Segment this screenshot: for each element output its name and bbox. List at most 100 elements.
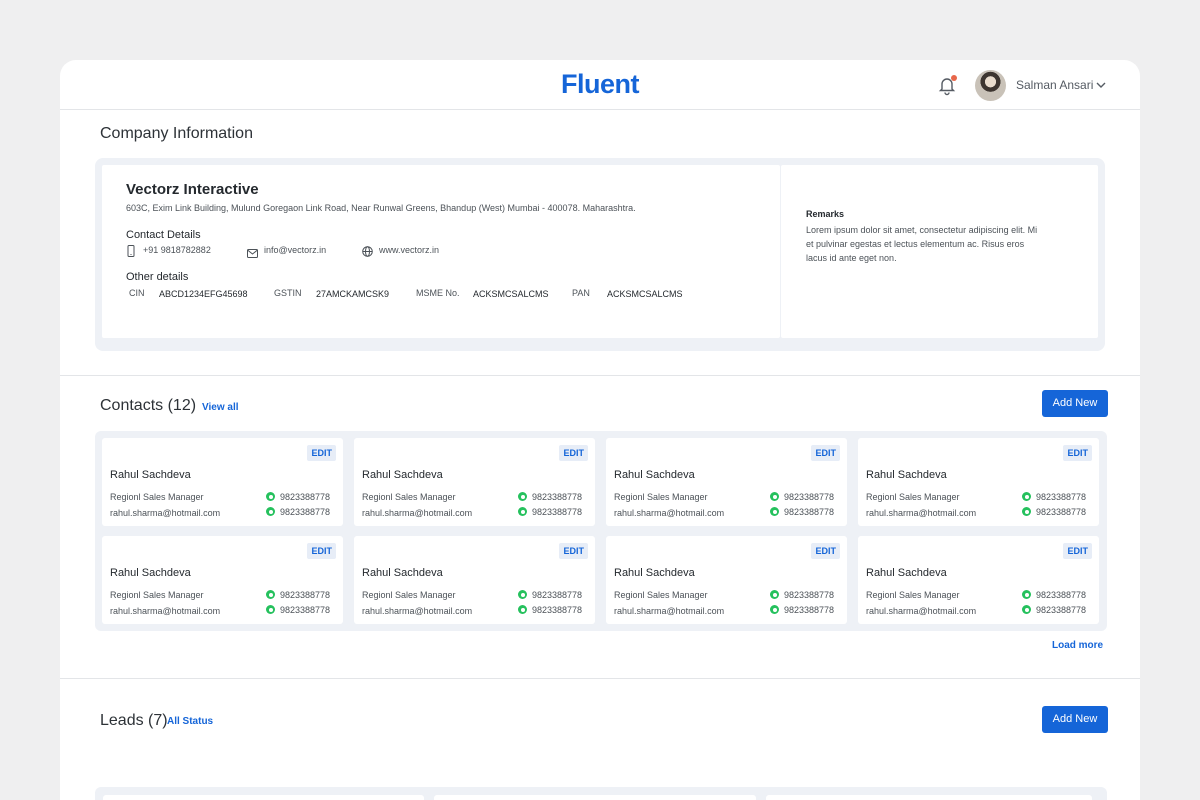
whatsapp-icon xyxy=(1022,492,1031,501)
avatar[interactable] xyxy=(975,70,1006,101)
company-website[interactable]: www.vectorz.in xyxy=(379,245,439,255)
gstin-label: GSTIN xyxy=(274,288,302,298)
contact-email[interactable]: rahul.sharma@hotmail.com xyxy=(362,606,472,616)
edit-button[interactable]: EDIT xyxy=(559,543,588,559)
remarks-label: Remarks xyxy=(806,209,845,219)
contact-role: Regionl Sales Manager xyxy=(614,492,708,502)
contact-card[interactable]: EDIT Rahul Sachdeva Regionl Sales Manager r… xyxy=(858,438,1099,526)
contact-email[interactable]: rahul.sharma@hotmail.com xyxy=(866,606,976,616)
lead-card[interactable] xyxy=(766,795,1092,800)
edit-button[interactable]: EDIT xyxy=(1063,445,1092,461)
contact-card[interactable]: EDIT Rahul Sachdeva Regionl Sales Manager r… xyxy=(354,438,595,526)
contact-phone-1[interactable]: 9823388778 xyxy=(770,590,834,600)
phone-number: 9823388778 xyxy=(1036,605,1087,615)
msme-label: MSME No. xyxy=(416,288,460,298)
contact-card[interactable]: EDIT Rahul Sachdeva Regionl Sales Manager r… xyxy=(102,438,343,526)
section-divider xyxy=(60,678,1140,679)
cin-value: ABCD1234EFG45698 xyxy=(159,289,248,299)
lead-card[interactable] xyxy=(103,795,424,800)
other-details-label: Other details xyxy=(126,271,189,283)
contact-phone-1[interactable]: 9823388778 xyxy=(266,492,330,502)
leads-count: (7) xyxy=(148,712,168,729)
contact-phone-2[interactable]: 9823388778 xyxy=(1022,507,1086,517)
phone-icon xyxy=(126,244,136,262)
contact-phone-2[interactable]: 9823388778 xyxy=(770,605,834,615)
notification-bell-icon[interactable] xyxy=(936,74,958,96)
edit-button[interactable]: EDIT xyxy=(1063,543,1092,559)
contact-role: Regionl Sales Manager xyxy=(110,590,204,600)
contact-card[interactable]: EDIT Rahul Sachdeva Regionl Sales Manager r… xyxy=(858,536,1099,624)
company-details-card: Vectorz Interactive 603C, Exim Link Buil… xyxy=(102,165,780,338)
edit-button[interactable]: EDIT xyxy=(307,445,336,461)
phone-number: 9823388778 xyxy=(1036,590,1087,600)
contact-phone-2[interactable]: 9823388778 xyxy=(266,507,330,517)
contact-email[interactable]: rahul.sharma@hotmail.com xyxy=(614,508,724,518)
contact-phone-2[interactable]: 9823388778 xyxy=(518,605,582,615)
phone-number: 9823388778 xyxy=(1036,492,1087,502)
contact-phone-1[interactable]: 9823388778 xyxy=(1022,590,1086,600)
whatsapp-icon xyxy=(770,605,779,614)
edit-button[interactable]: EDIT xyxy=(559,445,588,461)
phone-number: 9823388778 xyxy=(532,590,583,600)
leads-list xyxy=(95,787,1107,800)
phone-number: 9823388778 xyxy=(784,492,835,502)
whatsapp-icon xyxy=(266,590,275,599)
add-lead-button[interactable]: Add New xyxy=(1042,706,1108,733)
view-all-link[interactable]: View all xyxy=(202,402,239,413)
contact-name: Rahul Sachdeva xyxy=(362,567,443,579)
whatsapp-icon xyxy=(1022,605,1031,614)
contacts-section-title: Contacts (12) xyxy=(100,397,197,414)
contact-phone-1[interactable]: 9823388778 xyxy=(770,492,834,502)
lead-card[interactable] xyxy=(434,795,756,800)
contact-card[interactable]: EDIT Rahul Sachdeva Regionl Sales Manager r… xyxy=(354,536,595,624)
whatsapp-icon xyxy=(266,492,275,501)
contact-name: Rahul Sachdeva xyxy=(866,567,947,579)
contact-phone-2[interactable]: 9823388778 xyxy=(1022,605,1086,615)
contact-card[interactable]: EDIT Rahul Sachdeva Regionl Sales Manager r… xyxy=(606,536,847,624)
contact-role: Regionl Sales Manager xyxy=(614,590,708,600)
contact-details-label: Contact Details xyxy=(126,229,201,241)
contact-phone-1[interactable]: 9823388778 xyxy=(518,492,582,502)
app-window: Fluent Salman Ansari Company Information… xyxy=(60,60,1140,800)
contact-email[interactable]: rahul.sharma@hotmail.com xyxy=(362,508,472,518)
contact-role: Regionl Sales Manager xyxy=(362,590,456,600)
user-name[interactable]: Salman Ansari xyxy=(1016,78,1093,92)
all-status-filter[interactable]: All Status xyxy=(167,716,213,727)
add-contact-button[interactable]: Add New xyxy=(1042,390,1108,417)
company-phone[interactable]: +91 9818782882 xyxy=(143,245,211,255)
edit-button[interactable]: EDIT xyxy=(811,445,840,461)
phone-number: 9823388778 xyxy=(784,605,835,615)
contact-role: Regionl Sales Manager xyxy=(866,492,960,502)
contact-email[interactable]: rahul.sharma@hotmail.com xyxy=(614,606,724,616)
whatsapp-icon xyxy=(266,605,275,614)
edit-button[interactable]: EDIT xyxy=(811,543,840,559)
edit-button[interactable]: EDIT xyxy=(307,543,336,559)
contact-name: Rahul Sachdeva xyxy=(614,469,695,481)
phone-number: 9823388778 xyxy=(1036,507,1087,517)
contact-name: Rahul Sachdeva xyxy=(110,567,191,579)
contact-role: Regionl Sales Manager xyxy=(110,492,204,502)
contact-phone-1[interactable]: 9823388778 xyxy=(518,590,582,600)
chevron-down-icon[interactable] xyxy=(1094,78,1108,92)
phone-number: 9823388778 xyxy=(532,492,583,502)
company-email[interactable]: info@vectorz.in xyxy=(264,245,326,255)
contact-email[interactable]: rahul.sharma@hotmail.com xyxy=(110,606,220,616)
leads-title-text: Leads xyxy=(100,712,144,729)
contact-role: Regionl Sales Manager xyxy=(362,492,456,502)
contact-phone-2[interactable]: 9823388778 xyxy=(266,605,330,615)
contact-phone-1[interactable]: 9823388778 xyxy=(1022,492,1086,502)
phone-number: 9823388778 xyxy=(784,507,835,517)
contact-card[interactable]: EDIT Rahul Sachdeva Regionl Sales Manager r… xyxy=(606,438,847,526)
load-more-link[interactable]: Load more xyxy=(1052,640,1103,651)
contact-email[interactable]: rahul.sharma@hotmail.com xyxy=(866,508,976,518)
contact-phone-2[interactable]: 9823388778 xyxy=(770,507,834,517)
contact-card[interactable]: EDIT Rahul Sachdeva Regionl Sales Manager r… xyxy=(102,536,343,624)
cin-label: CIN xyxy=(129,288,145,298)
contact-phone-1[interactable]: 9823388778 xyxy=(266,590,330,600)
remarks-text: Lorem ipsum dolor sit amet, consectetur … xyxy=(806,225,1038,263)
whatsapp-icon xyxy=(518,507,527,516)
phone-number: 9823388778 xyxy=(280,507,331,517)
whatsapp-icon xyxy=(266,507,275,516)
contact-phone-2[interactable]: 9823388778 xyxy=(518,507,582,517)
contact-email[interactable]: rahul.sharma@hotmail.com xyxy=(110,508,220,518)
